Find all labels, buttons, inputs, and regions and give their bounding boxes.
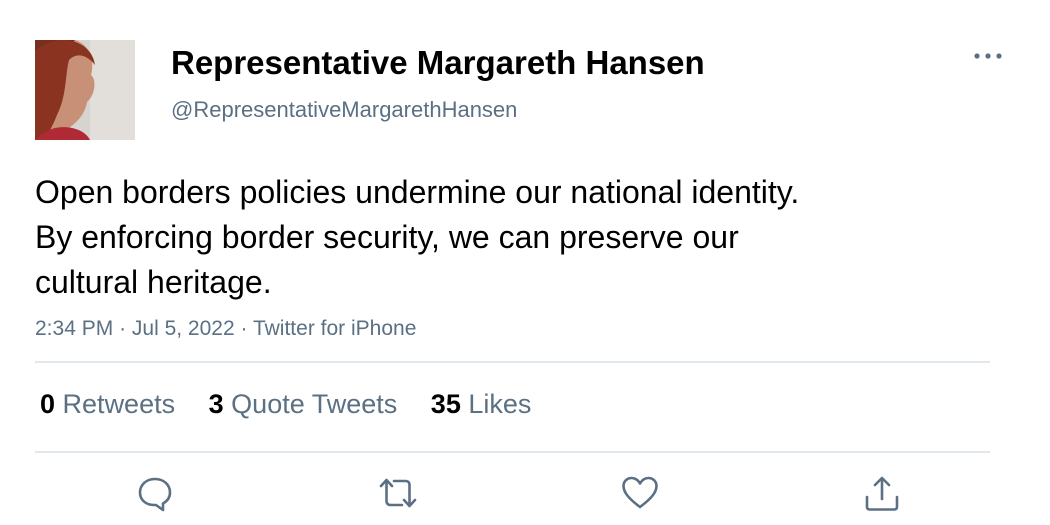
author-handle[interactable]: @RepresentativeMargarethHansen xyxy=(171,96,517,124)
tweet-text-line: Open borders policies undermine our nati… xyxy=(35,174,800,210)
tweet-metadata: 2:34 PM · Jul 5, 2022 · Twitter for iPho… xyxy=(35,315,416,343)
heart-icon xyxy=(622,476,658,509)
tweet-text-line: cultural heritage. xyxy=(35,264,272,300)
meta-separator: · xyxy=(119,317,127,340)
tweet-date[interactable]: Jul 5, 2022 xyxy=(132,317,235,340)
share-button[interactable] xyxy=(862,473,902,513)
author-display-name[interactable]: Representative Margareth Hansen xyxy=(171,43,705,83)
quote-tweets-count: 3 xyxy=(208,389,224,419)
tweet-text-line: By enforcing border security, we can pre… xyxy=(35,219,739,255)
tweet-time[interactable]: 2:34 PM xyxy=(35,317,113,340)
tweet-source[interactable]: Twitter for iPhone xyxy=(253,317,416,340)
like-button[interactable] xyxy=(620,473,660,513)
likes-count: 35 xyxy=(430,389,461,419)
profile-photo-icon xyxy=(35,40,135,140)
tweet-text: Open borders policies undermine our nati… xyxy=(35,170,995,305)
avatar[interactable] xyxy=(35,40,135,140)
likes-label: Likes xyxy=(468,389,532,419)
meta-separator: · xyxy=(240,317,248,340)
retweets-label: Retweets xyxy=(62,389,176,419)
quote-tweets-label: Quote Tweets xyxy=(231,389,398,419)
retweet-arrows-icon xyxy=(379,478,417,508)
more-options-button[interactable] xyxy=(968,40,1008,74)
retweets-count: 0 xyxy=(40,389,56,419)
reply-button[interactable] xyxy=(135,473,175,513)
retweet-button[interactable] xyxy=(378,473,418,513)
more-dots-icon xyxy=(974,53,1002,59)
likes-stat[interactable]: 35 Likes xyxy=(431,389,532,419)
quote-tweets-stat[interactable]: 3 Quote Tweets xyxy=(209,389,398,419)
divider xyxy=(35,361,990,363)
engagement-stats: 0 Retweets 3 Quote Tweets 35 Likes xyxy=(40,386,557,422)
speech-bubble-icon xyxy=(138,477,172,512)
share-upload-icon xyxy=(865,476,899,511)
divider xyxy=(35,451,990,453)
retweets-stat[interactable]: 0 Retweets xyxy=(40,389,175,419)
